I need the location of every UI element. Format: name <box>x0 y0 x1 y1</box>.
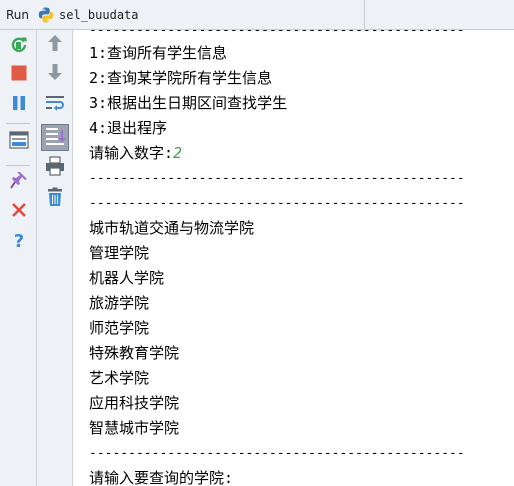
scroll-to-end-button[interactable] <box>41 124 69 151</box>
svg-text:?: ? <box>14 231 24 251</box>
menu-option-3: 3:根据出生日期区间查找学生 <box>89 94 288 112</box>
college-list-item: 城市轨道交通与物流学院 <box>89 219 255 237</box>
print-button[interactable] <box>42 156 68 180</box>
arrow-down-icon <box>47 63 63 85</box>
restore-layout-button[interactable] <box>6 130 32 154</box>
pause-button[interactable] <box>6 93 32 117</box>
help-button[interactable]: ? <box>6 231 32 255</box>
trash-icon <box>46 187 64 211</box>
run-titlebar: Run sel_buudata <box>0 0 514 30</box>
college-list-item: 智慧城市学院 <box>89 419 180 437</box>
separator-line: ----------------------------------------… <box>89 196 465 211</box>
separator-line: ----------------------------------------… <box>89 446 465 461</box>
soft-wrap-button[interactable] <box>42 93 68 117</box>
toolbar-separator <box>6 123 30 124</box>
print-icon <box>45 156 65 180</box>
arrow-up-icon <box>47 34 63 56</box>
console-output[interactable]: ----------------------------------------… <box>73 30 514 486</box>
college-list-item: 应用科技学院 <box>89 394 180 412</box>
help-icon: ? <box>11 231 27 255</box>
rerun-icon <box>9 34 29 58</box>
college-list-item: 管理学院 <box>89 244 150 262</box>
stop-icon <box>10 64 28 86</box>
restore-layout-icon <box>9 131 29 153</box>
pin-button[interactable] <box>6 170 32 194</box>
title-divider <box>364 0 365 30</box>
number-prompt: 请输入数字: <box>89 144 174 162</box>
scroll-to-end-icon <box>45 126 66 150</box>
next-occurrence-button[interactable] <box>42 62 68 86</box>
separator-line: ----------------------------------------… <box>89 171 465 186</box>
python-logo-icon <box>37 6 55 24</box>
menu-option-4: 4:退出程序 <box>89 119 168 137</box>
college-list-item: 师范学院 <box>89 319 150 337</box>
menu-option-1: 1:查询所有学生信息 <box>89 44 228 62</box>
college-prompt: 请输入要查询的学院: <box>89 469 234 486</box>
run-tool-window: Run sel_buudata ? ----------------------… <box>0 0 514 486</box>
run-config-name[interactable]: sel_buudata <box>59 8 138 22</box>
run-toolbar-primary: ? <box>0 30 37 486</box>
pause-icon <box>10 94 28 116</box>
soft-wrap-icon <box>45 94 65 116</box>
menu-option-2: 2:查询某学院所有学生信息 <box>89 69 273 87</box>
clear-all-button[interactable] <box>42 187 68 211</box>
close-icon <box>11 202 27 222</box>
rerun-button[interactable] <box>6 34 32 58</box>
previous-occurrence-button[interactable] <box>42 33 68 57</box>
toolbar-separator <box>6 165 30 166</box>
pin-icon <box>9 170 29 194</box>
stop-button[interactable] <box>6 63 32 87</box>
run-label: Run <box>6 7 30 22</box>
college-list-item: 机器人学院 <box>89 269 165 287</box>
college-list-item: 旅游学院 <box>89 294 150 312</box>
number-prompt-line: 请输入数字:2 <box>89 141 182 166</box>
close-button[interactable] <box>6 200 32 224</box>
run-toolbar-secondary <box>37 30 73 486</box>
college-list-item: 特殊教育学院 <box>89 344 180 362</box>
user-input-number: 2 <box>173 144 183 162</box>
college-list-item: 艺术学院 <box>89 369 150 387</box>
